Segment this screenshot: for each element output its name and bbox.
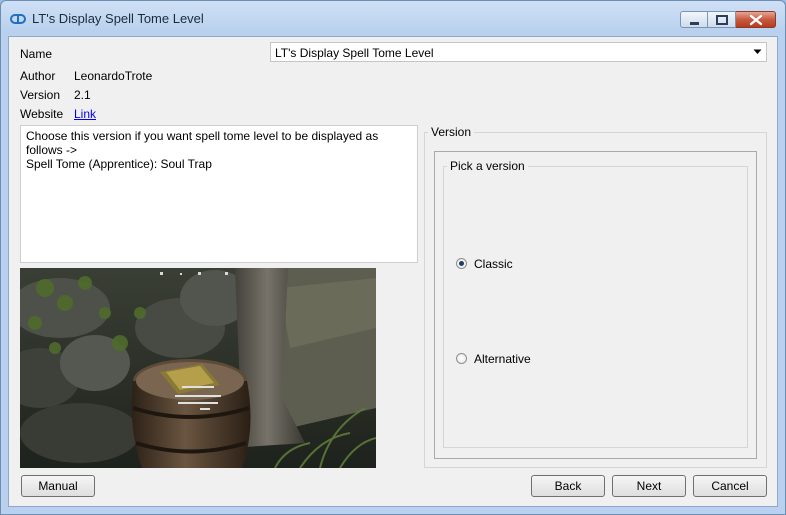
cancel-button[interactable]: Cancel (693, 475, 767, 497)
name-dropdown[interactable]: LT's Display Spell Tome Level (270, 42, 767, 62)
window-title: LT's Display Spell Tome Level (32, 11, 204, 26)
mod-preview-image (20, 268, 376, 468)
version-value: 2.1 (74, 88, 91, 102)
radio-alternative-label: Alternative (474, 352, 531, 366)
minimize-icon (690, 22, 699, 25)
client-area: Name LT's Display Spell Tome Level Autho… (8, 36, 778, 507)
author-label: Author (20, 69, 56, 83)
chevron-down-icon (753, 49, 762, 54)
radio-alternative[interactable] (456, 353, 467, 364)
back-button[interactable]: Back (531, 475, 605, 497)
version-label: Version (20, 88, 61, 102)
radio-classic[interactable] (456, 258, 467, 269)
website-link[interactable]: Link (74, 107, 96, 121)
manual-button[interactable]: Manual (21, 475, 95, 497)
installer-window: LT's Display Spell Tome Level Name LT's … (0, 0, 786, 515)
infinity-link-icon (10, 14, 26, 24)
maximize-icon (716, 15, 728, 25)
pick-version-outer: Pick a version Classic Alternative (434, 151, 757, 459)
name-label: Name (20, 47, 53, 61)
website-label: Website (20, 107, 64, 121)
version-group: Version Pick a version Classic Alternati… (424, 125, 767, 468)
minimize-button[interactable] (680, 11, 708, 28)
name-dropdown-value: LT's Display Spell Tome Level (275, 46, 434, 60)
preview-scene (20, 268, 376, 468)
pick-version-group: Pick a version Classic Alternative (443, 159, 748, 448)
maximize-button[interactable] (708, 11, 736, 28)
close-button[interactable] (736, 11, 776, 28)
author-value: LeonardoTrote (74, 69, 153, 83)
radio-classic-label: Classic (474, 257, 513, 271)
close-icon (749, 14, 763, 26)
next-button[interactable]: Next (612, 475, 686, 497)
version-group-title: Version (428, 125, 475, 139)
description-box[interactable]: Choose this version if you want spell to… (20, 125, 418, 263)
pick-version-title: Pick a version (447, 159, 528, 173)
title-bar[interactable]: LT's Display Spell Tome Level (1, 1, 785, 37)
